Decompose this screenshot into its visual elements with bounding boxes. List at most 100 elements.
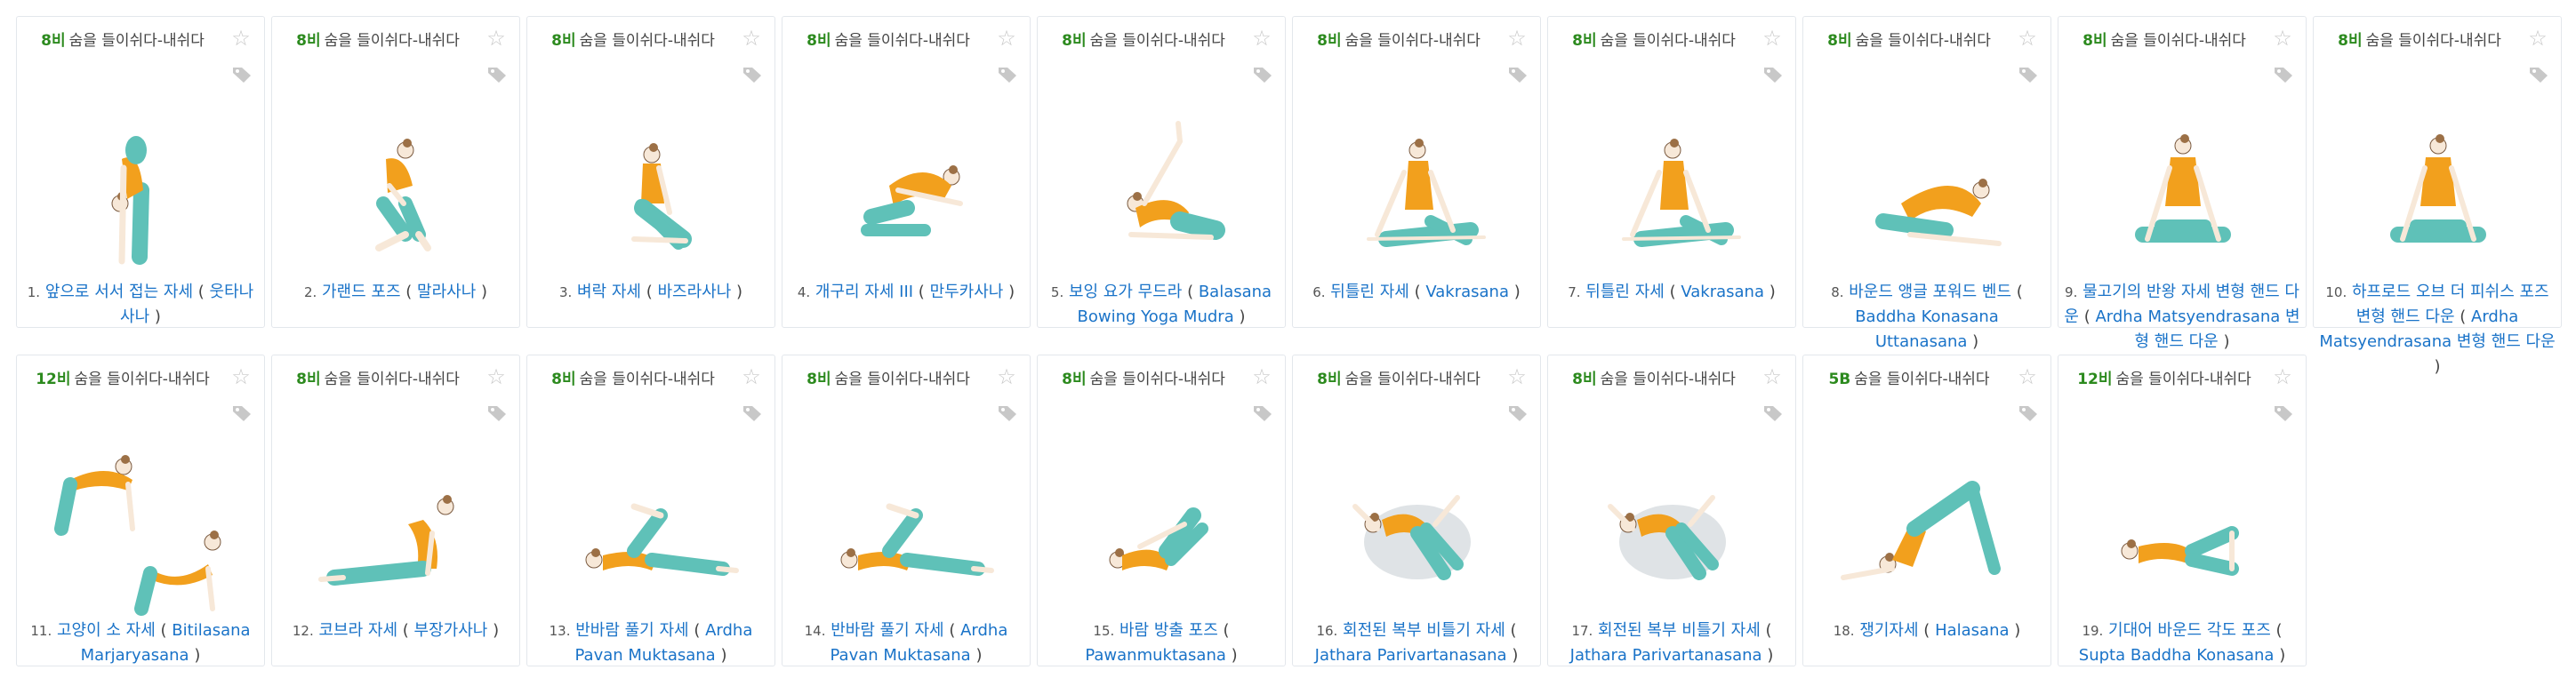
pose-sanskrit-link[interactable]: Supta Baddha Konasana: [2079, 646, 2275, 665]
star-icon[interactable]: ☆: [2017, 366, 2038, 387]
pose-card[interactable]: 12비 숨을 들이쉬다-내쉬다 ☆ 11. 고양이 소 자세 ( Bitilasa…: [16, 355, 265, 666]
breath-instruction: 숨을 들이쉬다-내쉬다: [1600, 371, 1736, 388]
pose-illustration: [1803, 106, 2052, 283]
star-icon[interactable]: ☆: [2272, 366, 2293, 387]
pose-title-link[interactable]: 회전된 복부 비틀기 자세: [1598, 621, 1761, 640]
pose-caption: 4. 개구리 자세 III ( 만두카사나 ): [788, 280, 1024, 305]
tag-icon[interactable]: [1252, 65, 1273, 84]
pose-card[interactable]: 8비 숨을 들이쉬다-내쉬다 ☆ 3. 벼락 자세 ( 바즈라사나 ): [526, 16, 775, 328]
pose-card[interactable]: 8비 숨을 들이쉬다-내쉬다 ☆ 6. 뒤틀린 자세 ( Vakrasana ): [1292, 16, 1541, 328]
star-icon[interactable]: ☆: [1506, 366, 1528, 387]
pose-card[interactable]: 8비 숨을 들이쉬다-내쉬다 ☆ 9. 물고기의 반왕 자세 변형 핸드 다운 (…: [2058, 16, 2307, 351]
star-icon[interactable]: ☆: [2527, 28, 2548, 49]
pose-title-link[interactable]: 기대어 바운드 각도 포즈: [2108, 621, 2271, 640]
pose-card[interactable]: 8비 숨을 들이쉬다-내쉬다 ☆ 14. 반바람 풀기 자세 ( Ardha Pa…: [782, 355, 1031, 666]
tag-icon[interactable]: [997, 403, 1018, 423]
pose-card[interactable]: 8비 숨을 들이쉬다-내쉬다 ☆ 7. 뒤틀린 자세 ( Vakrasana ): [1547, 16, 1796, 328]
breath-count: 8비 숨을 들이쉬다-내쉬다: [2076, 31, 2252, 52]
pose-illustration: [527, 444, 776, 622]
star-icon[interactable]: ☆: [486, 28, 507, 49]
tag-icon[interactable]: [2018, 403, 2039, 423]
pose-card[interactable]: 8비 숨을 들이쉬다-내쉬다 ☆ 5. 보잉 요가 무드라 ( Balasana …: [1037, 16, 1286, 328]
tag-icon[interactable]: [1762, 65, 1784, 84]
pose-sanskrit-link[interactable]: Ardha Matsyendrasana 변형 핸드 다운: [2095, 307, 2299, 351]
pose-card[interactable]: 8비 숨을 들이쉬다-내쉬다 ☆ 2. 가랜드 포즈 ( 말라사나 ): [271, 16, 520, 328]
pose-grid: 8비 숨을 들이쉬다-내쉬다 ☆ 1. 앞으로 서서 접는 자세 ( 웃타나사나 …: [16, 16, 2562, 666]
pose-title-link[interactable]: 보잉 요가 무드라: [1069, 283, 1182, 301]
star-icon[interactable]: ☆: [996, 366, 1017, 387]
tag-icon[interactable]: [2528, 65, 2549, 84]
tag-icon[interactable]: [2273, 403, 2294, 423]
pose-title-link[interactable]: 벼락 자세: [577, 283, 641, 301]
pose-title-link[interactable]: 앞으로 서서 접는 자세: [45, 283, 193, 301]
pose-title-link[interactable]: 바운드 앵글 포워드 벤드: [1849, 283, 2011, 301]
pose-number: 15.: [1093, 623, 1115, 639]
star-icon[interactable]: ☆: [996, 28, 1017, 49]
tag-icon[interactable]: [1252, 403, 1273, 423]
pose-title-link[interactable]: 개구리 자세 III: [815, 283, 913, 301]
pose-card[interactable]: 8비 숨을 들이쉬다-내쉬다 ☆ 1. 앞으로 서서 접는 자세 ( 웃타나사나 …: [16, 16, 265, 328]
breath-count: 8비 숨을 들이쉬다-내쉬다: [290, 370, 466, 390]
pose-title-link[interactable]: 뒤틀린 자세: [1585, 283, 1665, 301]
tag-icon[interactable]: [231, 403, 253, 423]
star-icon[interactable]: ☆: [741, 28, 762, 49]
pose-card[interactable]: 8비 숨을 들이쉬다-내쉬다 ☆ 12. 코브라 자세 ( 부장가사나 ): [271, 355, 520, 666]
tag-icon[interactable]: [2273, 65, 2294, 84]
star-icon[interactable]: ☆: [741, 366, 762, 387]
pose-illustration: [2058, 106, 2307, 283]
pose-title-link[interactable]: 가랜드 포즈: [322, 283, 401, 301]
pose-title-link[interactable]: 쟁기자세: [1859, 621, 1918, 640]
pose-title-link[interactable]: 반바람 풀기 자세: [575, 621, 688, 640]
pose-sanskrit-link[interactable]: 말라사나: [417, 283, 476, 301]
breath-instruction: 숨을 들이쉬다-내쉬다: [834, 371, 970, 388]
star-icon[interactable]: ☆: [1251, 366, 1272, 387]
tag-icon[interactable]: [1507, 65, 1529, 84]
pose-sanskrit-link[interactable]: Halasana: [1935, 621, 2009, 640]
pose-title-link[interactable]: 뒤틀린 자세: [1330, 283, 1409, 301]
star-icon[interactable]: ☆: [1761, 28, 1783, 49]
tag-icon[interactable]: [742, 65, 763, 84]
pose-number: 16.: [1316, 623, 1338, 639]
pose-sanskrit-link[interactable]: Vakrasana: [1681, 283, 1764, 301]
pose-title-link[interactable]: 반바람 풀기 자세: [831, 621, 943, 640]
star-icon[interactable]: ☆: [230, 28, 252, 49]
pose-sanskrit-link[interactable]: 부장가사나: [414, 621, 488, 640]
paren-close: ): [1767, 646, 1774, 665]
pose-card[interactable]: 8비 숨을 들이쉬다-내쉬다 ☆ 13. 반바람 풀기 자세 ( Ardha Pa…: [526, 355, 775, 666]
pose-card[interactable]: 8비 숨을 들이쉬다-내쉬다 ☆ 17. 회전된 복부 비틀기 자세 ( Jath…: [1547, 355, 1796, 666]
star-icon[interactable]: ☆: [1506, 28, 1528, 49]
tag-icon[interactable]: [997, 65, 1018, 84]
star-icon[interactable]: ☆: [1251, 28, 1272, 49]
star-icon[interactable]: ☆: [486, 366, 507, 387]
pose-sanskrit-link[interactable]: 바즈라사나: [657, 283, 731, 301]
tag-icon[interactable]: [742, 403, 763, 423]
pose-title-link[interactable]: 바람 방출 포즈: [1119, 621, 1218, 640]
pose-title-link[interactable]: 회전된 복부 비틀기 자세: [1343, 621, 1505, 640]
pose-card[interactable]: 8비 숨을 들이쉬다-내쉬다 ☆ 16. 회전된 복부 비틀기 자세 ( Jath…: [1292, 355, 1541, 666]
tag-icon[interactable]: [231, 65, 253, 84]
star-icon[interactable]: ☆: [1761, 366, 1783, 387]
pose-card[interactable]: 12비 숨을 들이쉬다-내쉬다 ☆ 19. 기대어 바운드 각도 포즈 ( Sup…: [2058, 355, 2307, 666]
pose-card[interactable]: 5B 숨을 들이쉬다-내쉬다 ☆ 18. 쟁기자세 ( Halasana ): [1802, 355, 2051, 666]
star-icon[interactable]: ☆: [230, 366, 252, 387]
pose-card[interactable]: 8비 숨을 들이쉬다-내쉬다 ☆ 15. 바람 방출 포즈 ( Pawanmukt…: [1037, 355, 1286, 666]
pose-title-link[interactable]: 하프로드 오브 더 피쉬스 포즈 변형 핸드 다운: [2352, 283, 2549, 326]
paren-open: (: [1923, 621, 1930, 640]
pose-sanskrit-link[interactable]: Vakrasana: [1425, 283, 1509, 301]
pose-sanskrit-link[interactable]: 만두카사나: [930, 283, 1004, 301]
pose-title-link[interactable]: 코브라 자세: [318, 621, 397, 640]
tag-icon[interactable]: [2018, 65, 2039, 84]
pose-sanskrit-link[interactable]: Jathara Parivartanasana: [1570, 646, 1762, 665]
pose-sanskrit-link[interactable]: Jathara Parivartanasana: [1315, 646, 1507, 665]
star-icon[interactable]: ☆: [2017, 28, 2038, 49]
pose-title-link[interactable]: 고양이 소 자세: [57, 621, 156, 640]
pose-card[interactable]: 8비 숨을 들이쉬다-내쉬다 ☆ 8. 바운드 앵글 포워드 벤드 ( Baddh…: [1802, 16, 2052, 351]
pose-sanskrit-link[interactable]: Pawanmuktasana: [1085, 646, 1226, 665]
tag-icon[interactable]: [1762, 403, 1784, 423]
tag-icon[interactable]: [486, 403, 508, 423]
star-icon[interactable]: ☆: [2272, 28, 2293, 49]
tag-icon[interactable]: [486, 65, 508, 84]
pose-card[interactable]: 8비 숨을 들이쉬다-내쉬다 ☆ 10. 하프로드 오브 더 피쉬스 포즈 변형 …: [2313, 16, 2562, 376]
tag-icon[interactable]: [1507, 403, 1529, 423]
pose-card[interactable]: 8비 숨을 들이쉬다-내쉬다 ☆ 4. 개구리 자세 III ( 만두카사나 ): [782, 16, 1031, 328]
